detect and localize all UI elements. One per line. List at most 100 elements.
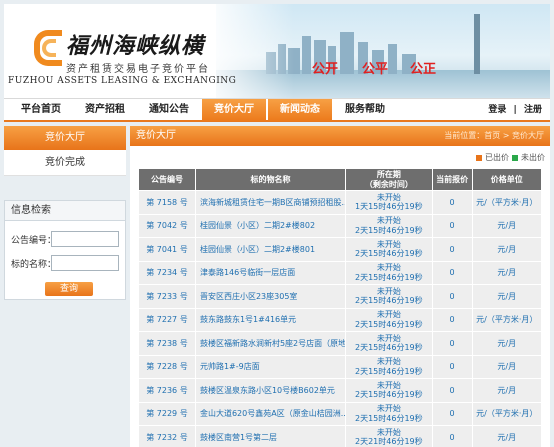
period-cell: 未开始 2天15时46分19秒 (344, 378, 433, 403)
table-row[interactable]: 第 7238 号鼓楼区福新路水涧新村5座2号店面（原地... 未开始 2天15时46… (138, 331, 542, 356)
period-status: 未开始 (376, 310, 401, 320)
notice-code-label: 公告编号： (11, 236, 57, 246)
bid-legend: 已出价 未出价 (130, 146, 550, 168)
sidebar-item-bidding-hall[interactable]: 竞价大厅 (4, 126, 126, 150)
notice-number[interactable]: 第 7233 号 (138, 284, 196, 309)
current-bid: 0 (431, 425, 473, 447)
nav-bidding-hall[interactable]: 竞价大厅 (202, 99, 266, 121)
price-unit: 元/月 (471, 425, 542, 447)
notice-number[interactable]: 第 7041 号 (138, 237, 196, 262)
asset-name-input[interactable] (51, 255, 119, 271)
asset-name-link[interactable]: 鼓东路鼓东1号1#416单元 (194, 307, 346, 332)
remaining-time: 1天15时46分19秒 (355, 202, 423, 212)
sidebar-item-bidding-complete[interactable]: 竞价完成 (4, 150, 126, 176)
table-row[interactable]: 第 7229 号金山大道620号鑫苑A区（原金山桔园洲... 未开始 2天15时46… (138, 401, 542, 426)
current-bid: 0 (431, 213, 473, 238)
price-unit: 元/月 (471, 260, 542, 285)
current-bid: 0 (431, 307, 473, 332)
asset-name-link[interactable]: 金山大道620号鑫苑A区（原金山桔园洲... (194, 401, 346, 426)
notice-number[interactable]: 第 7238 号 (138, 331, 196, 356)
period-status: 未开始 (376, 192, 401, 202)
asset-name-link[interactable]: 桂园仙景（小区）二期2#楼802 (194, 213, 346, 238)
period-cell: 未开始 2天15时46分19秒 (344, 260, 433, 285)
asset-name-link[interactable]: 鼓楼区福新路水涧新村5座2号店面（原地... (194, 331, 346, 356)
bidding-table: 公告编号 标的物名称 所在期 （剩余时间） 当前报价 价格单位 第 7158 号… (138, 168, 542, 447)
notice-number[interactable]: 第 7236 号 (138, 378, 196, 403)
col-current-bid: 当前报价 (431, 168, 473, 191)
table-row[interactable]: 第 7227 号鼓东路鼓东1号1#416单元 未开始 2天15时46分19秒 0 元/（… (138, 307, 542, 332)
asset-name-link[interactable]: 桂园仙景（小区）二期2#楼801 (194, 237, 346, 262)
remaining-time: 2天21时46分19秒 (355, 437, 423, 447)
notice-number[interactable]: 第 7232 号 (138, 425, 196, 447)
remaining-time: 2天15时46分19秒 (355, 390, 423, 400)
brand-subtitle: 资产租赁交易电子竞价平台 (66, 64, 210, 75)
table-row[interactable]: 第 7233 号晋安区西庄小区23座305室 未开始 2天15时46分19秒 0 元/月 (138, 284, 542, 309)
asset-name-link[interactable]: 晋安区西庄小区23座305室 (194, 284, 346, 309)
bridge-tower (474, 14, 480, 74)
search-panel: 信息检索 公告编号： 标的名称： 查询 (4, 200, 126, 300)
green-square-icon (512, 154, 518, 161)
price-unit: 元/（平方米·月） (471, 190, 542, 215)
legend-bid-placed: 已出价 (476, 152, 509, 163)
period-status: 未开始 (376, 427, 401, 437)
table-header-row: 公告编号 标的物名称 所在期 （剩余时间） 当前报价 价格单位 (138, 168, 542, 191)
search-button[interactable]: 查询 (45, 282, 93, 296)
notice-code-input[interactable] (51, 231, 119, 247)
period-status: 未开始 (376, 380, 401, 390)
nav-asset-lease[interactable]: 资产招租 (74, 99, 136, 121)
table-row[interactable]: 第 7041 号桂园仙景（小区）二期2#楼801 未开始 2天15时46分19秒 0 元… (138, 237, 542, 262)
period-status: 未开始 (376, 239, 401, 249)
price-unit: 元/月 (471, 284, 542, 309)
period-cell: 未开始 2天15时46分19秒 (344, 284, 433, 309)
auth-separator: | (513, 105, 517, 115)
notice-number[interactable]: 第 7042 号 (138, 213, 196, 238)
table-row[interactable]: 第 7232 号鼓楼区南营1号第二层 未开始 2天21时46分19秒 0 元/月 (138, 425, 542, 447)
price-unit: 元/月 (471, 378, 542, 403)
col-notice-no: 公告编号 (138, 168, 196, 191)
current-bid: 0 (431, 401, 473, 426)
table-row[interactable]: 第 7042 号桂园仙景（小区）二期2#楼802 未开始 2天15时46分19秒 0 元… (138, 213, 542, 238)
asset-name-link[interactable]: 津泰路146号临街一层店面 (194, 260, 346, 285)
brand-english-name: FUZHOU ASSETS LEASING & EXCHANGING (8, 76, 237, 86)
price-unit: 元/月 (471, 331, 542, 356)
col-period: 所在期 （剩余时间） (344, 168, 433, 191)
nav-news[interactable]: 新闻动态 (268, 99, 332, 121)
price-unit: 元/月 (471, 213, 542, 238)
asset-name-link[interactable]: 鼓楼区温泉东路小区10号楼B602单元 (194, 378, 346, 403)
price-unit: 元/月 (471, 354, 542, 379)
slogan-open: 公开 (312, 62, 339, 77)
col-price-unit: 价格单位 (471, 168, 542, 191)
asset-name-link[interactable]: 滨海新城租赁住宅一期B区商铺预招租股... (194, 190, 346, 215)
remaining-time: 2天15时46分19秒 (355, 343, 423, 353)
notice-number[interactable]: 第 7158 号 (138, 190, 196, 215)
panel-title: 竞价大厅 (136, 130, 176, 141)
auth-links: 登录 | 注册 (484, 99, 542, 121)
table-row[interactable]: 第 7158 号滨海新城租赁住宅一期B区商铺预招租股... 未开始 1天15时46分… (138, 190, 542, 215)
current-bid: 0 (431, 354, 473, 379)
slogan-just: 公正 (410, 62, 437, 77)
period-cell: 未开始 2天21时46分19秒 (344, 425, 433, 447)
asset-name-link[interactable]: 鼓楼区南营1号第二层 (194, 425, 346, 447)
table-row[interactable]: 第 7228 号元帅路1#-9店面 未开始 2天15时46分19秒 0 元/月 (138, 354, 542, 379)
panel-header: 竞价大厅 当前位置：首页 > 竞价大厅 (130, 126, 550, 146)
nav-help[interactable]: 服务帮助 (334, 99, 396, 121)
notice-number[interactable]: 第 7234 号 (138, 260, 196, 285)
site-banner: 福州海峡纵横 资产租赁交易电子竞价平台 FUZHOU ASSETS LEASIN… (4, 4, 550, 98)
period-cell: 未开始 2天15时46分19秒 (344, 331, 433, 356)
sidebar: 竞价大厅 竞价完成 信息检索 公告编号： 标的名称： 查询 (4, 126, 126, 447)
notice-number[interactable]: 第 7228 号 (138, 354, 196, 379)
register-link[interactable]: 注册 (524, 105, 542, 115)
table-row[interactable]: 第 7236 号鼓楼区温泉东路小区10号楼B602单元 未开始 2天15时46分19… (138, 378, 542, 403)
asset-name-link[interactable]: 元帅路1#-9店面 (194, 354, 346, 379)
period-status: 未开始 (376, 404, 401, 414)
period-status: 未开始 (376, 286, 401, 296)
current-bid: 0 (431, 378, 473, 403)
notice-number[interactable]: 第 7229 号 (138, 401, 196, 426)
remaining-time: 2天15时46分19秒 (355, 319, 423, 329)
login-link[interactable]: 登录 (488, 105, 506, 115)
period-cell: 未开始 1天15时46分19秒 (344, 190, 433, 215)
notice-number[interactable]: 第 7227 号 (138, 307, 196, 332)
nav-home[interactable]: 平台首页 (10, 99, 72, 121)
table-row[interactable]: 第 7234 号津泰路146号临街一层店面 未开始 2天15时46分19秒 0 元/月 (138, 260, 542, 285)
nav-notices[interactable]: 通知公告 (138, 99, 200, 121)
